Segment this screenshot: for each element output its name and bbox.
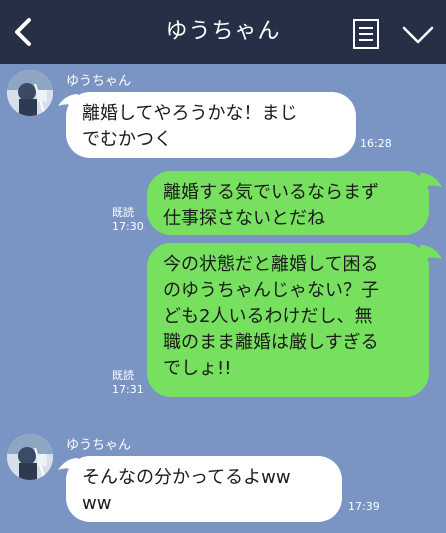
message-line: そんなの分かってるよww	[82, 467, 291, 488]
chevron-down-icon	[402, 26, 434, 44]
message-bubble[interactable]: 離婚する気でいるならまず 仕事探さないとだね	[147, 171, 429, 235]
message-line: 職のまま離婚は厳しすぎる	[163, 332, 379, 353]
notes-icon	[353, 19, 379, 49]
read-receipt: 既読 17:30	[112, 206, 144, 234]
read-label: 既読	[112, 206, 134, 219]
message-bubble[interactable]: 離婚してやろうかな！まじ でむかつく	[66, 92, 356, 158]
bubble-tail	[420, 173, 442, 189]
message-line: 今の状態だと離婚して困る	[163, 254, 379, 275]
message-time: 16:28	[360, 137, 392, 150]
bubble-tail	[420, 245, 442, 261]
chat-header: ゆうちゃん	[0, 0, 446, 64]
message-line: でしょ!!	[163, 358, 232, 379]
message-bubble[interactable]: 今の状態だと離婚して困る のゆうちゃんじゃない？子 ども2人いるわけだし、無 職…	[147, 243, 429, 397]
notes-button[interactable]	[351, 18, 381, 50]
message-time: 17:39	[348, 500, 380, 513]
menu-toggle-button[interactable]	[400, 22, 436, 48]
message-time: 17:31	[112, 383, 144, 396]
avatar-image	[7, 434, 53, 480]
read-label: 既読	[112, 369, 134, 382]
message-time: 17:30	[112, 220, 144, 233]
read-receipt: 既読 17:31	[112, 369, 144, 397]
message-line: 離婚する気でいるならまず	[163, 182, 379, 203]
message-line: ども2人いるわけだし、無	[163, 306, 373, 327]
sender-name: ゆうちゃん	[66, 438, 132, 453]
message-line: 仕事探さないとだね	[163, 208, 325, 229]
avatar-image	[7, 70, 53, 116]
sender-name: ゆうちゃん	[66, 74, 132, 89]
message-line: のゆうちゃんじゃない？子	[163, 280, 379, 301]
sender-avatar[interactable]	[7, 434, 53, 480]
message-line: でむかつく	[82, 129, 172, 150]
message-bubble[interactable]: そんなの分かってるよww ww	[66, 456, 342, 522]
message-line: 離婚してやろうかな！まじ	[82, 103, 298, 124]
sender-avatar[interactable]	[7, 70, 53, 116]
message-line: ww	[82, 493, 112, 514]
